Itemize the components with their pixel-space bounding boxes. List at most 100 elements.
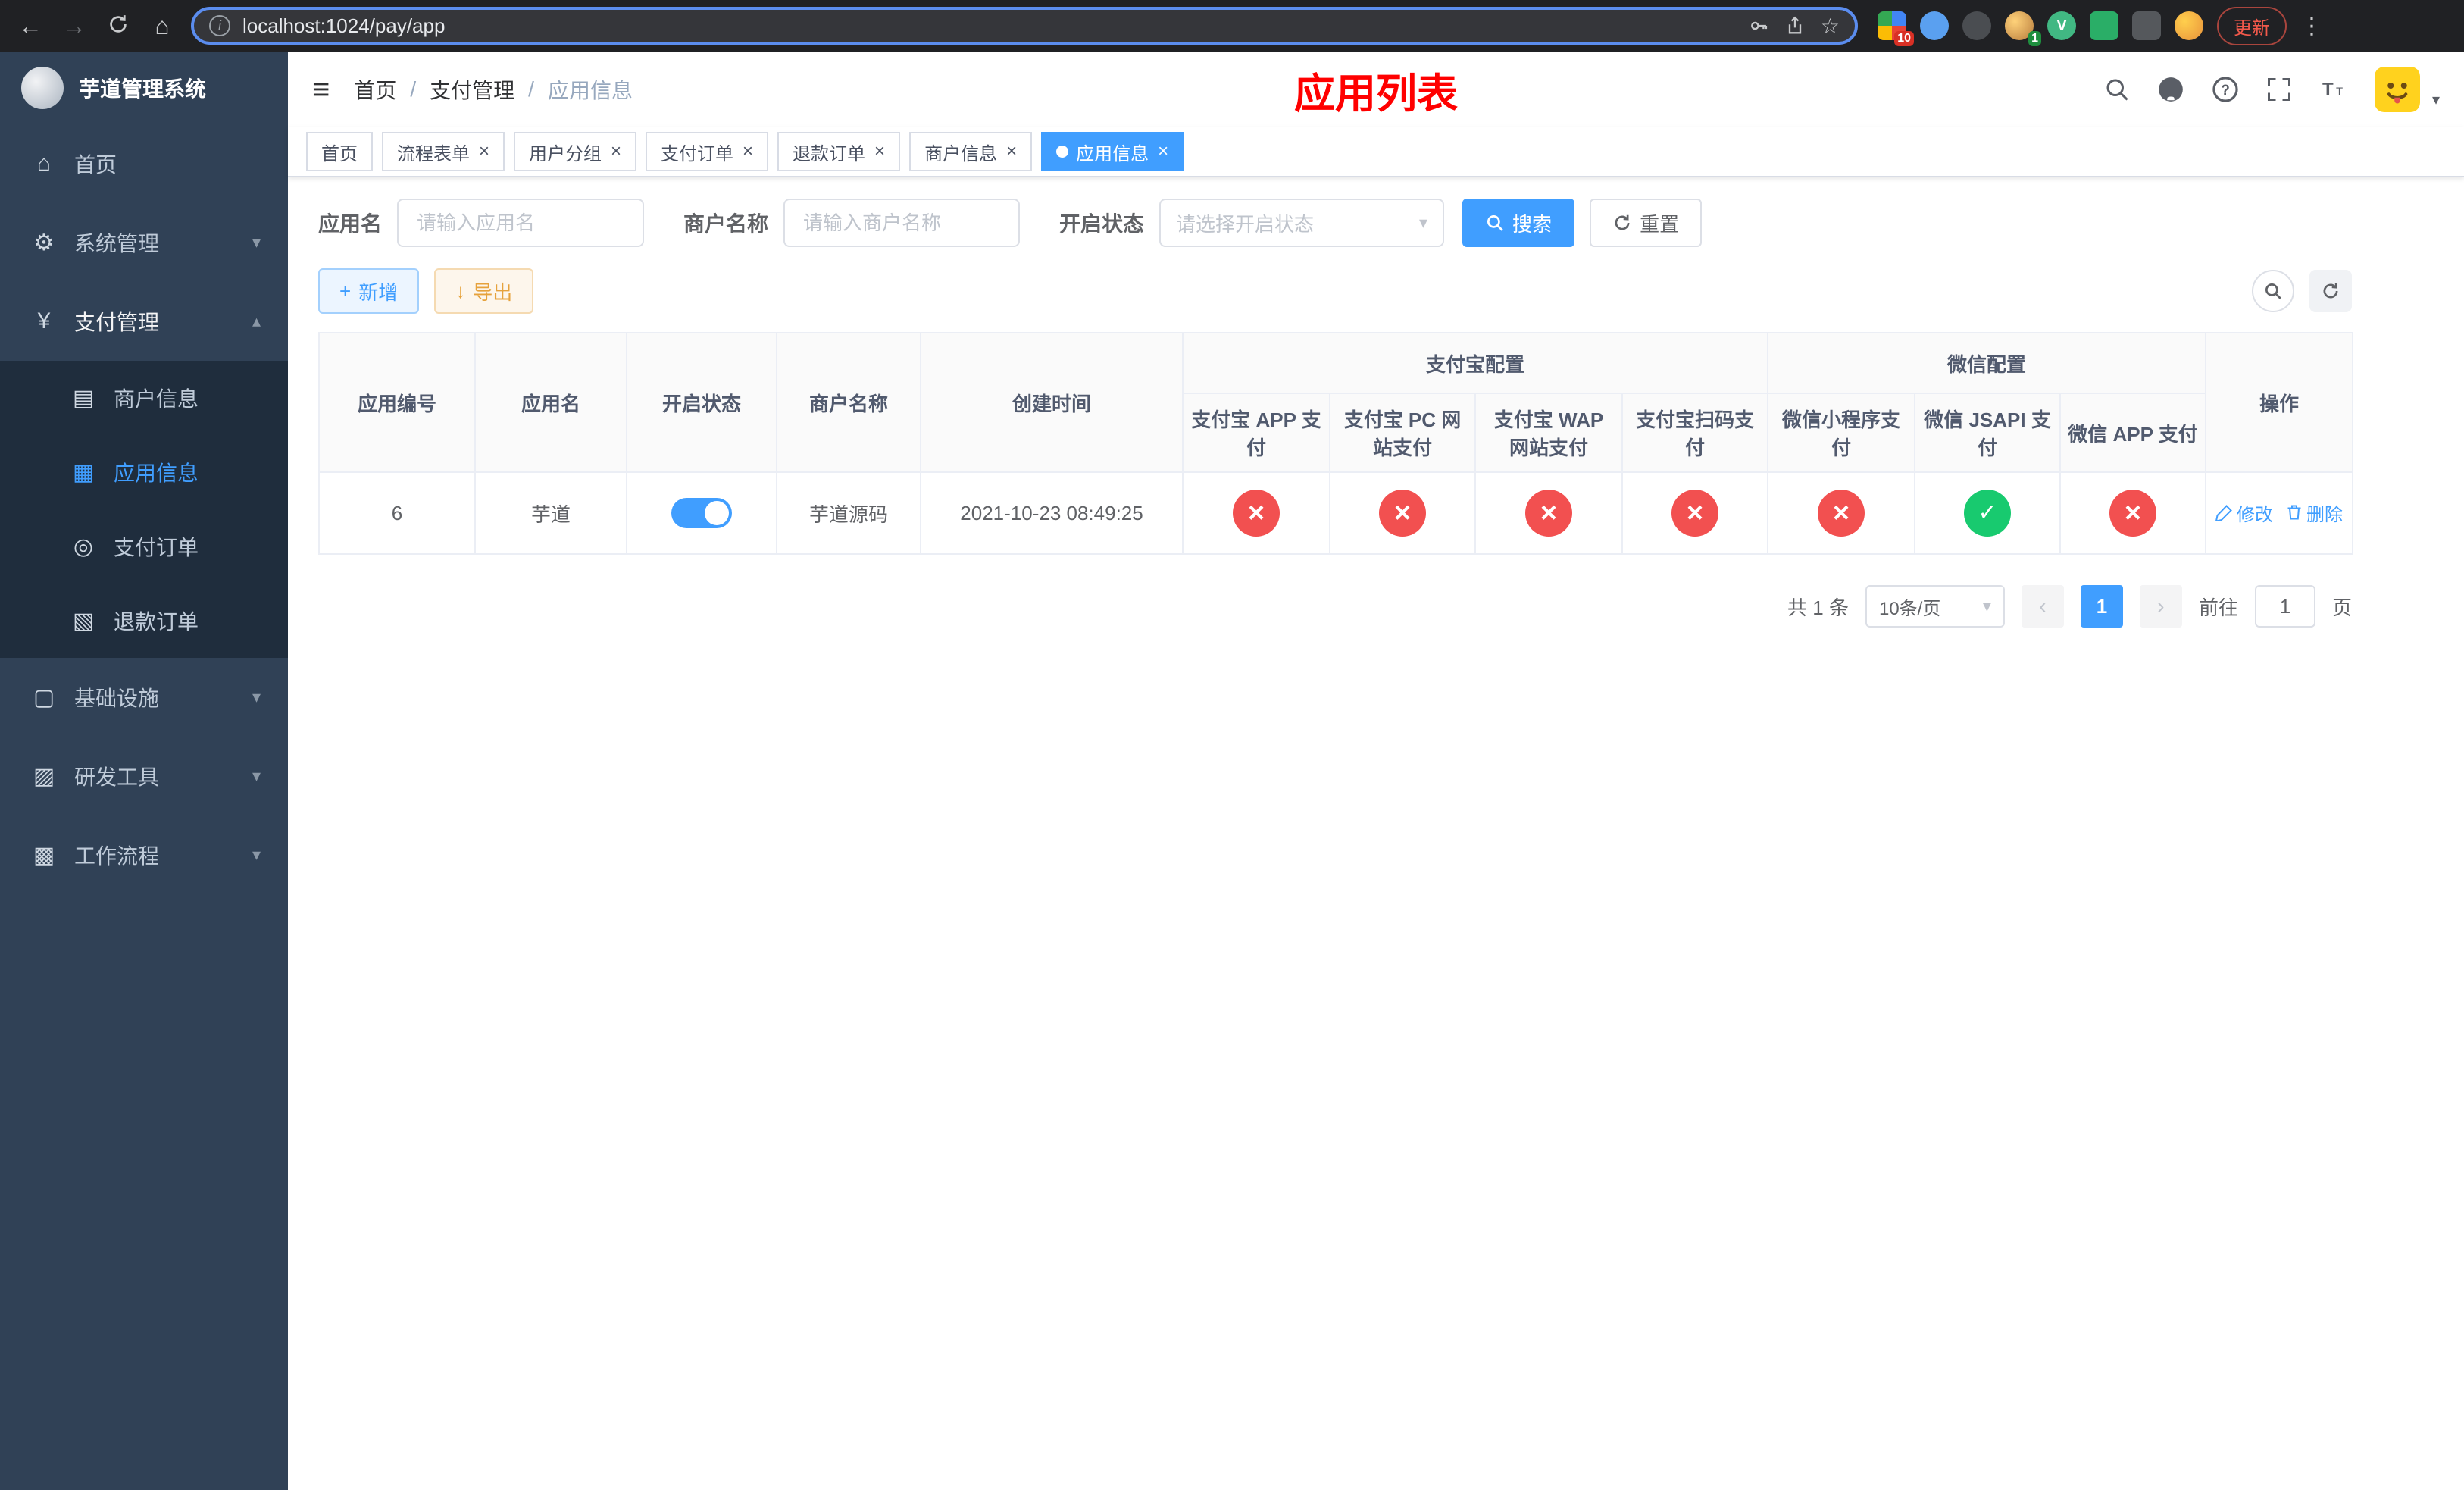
workflow-icon: ▩: [33, 842, 55, 868]
tab-merchant-info[interactable]: 商户信息 ×: [909, 132, 1033, 171]
search-icon[interactable]: [2103, 76, 2131, 103]
close-icon[interactable]: ×: [479, 141, 489, 162]
bookmark-star-icon[interactable]: ☆: [1821, 14, 1840, 39]
status-select[interactable]: 请选择开启状态 ▾: [1159, 199, 1445, 247]
help-icon[interactable]: ?: [2211, 75, 2240, 104]
extension-grid-icon[interactable]: 10: [1878, 11, 1914, 46]
browser-reload-button[interactable]: [103, 13, 133, 39]
sidebar-item-devtools[interactable]: ▨ 研发工具 ▾: [0, 737, 288, 815]
logo-image: [21, 67, 64, 109]
font-size-icon[interactable]: TT: [2319, 76, 2349, 103]
search-form: 应用名 商户名称 开启状态 请选择开启状态 ▾: [318, 199, 2352, 247]
col-created: 创建时间: [920, 332, 1184, 473]
page-number-1[interactable]: 1: [2080, 585, 2123, 628]
site-info-icon[interactable]: i: [209, 15, 230, 36]
toolbox-icon: ▨: [33, 763, 55, 789]
alipay-app-status-icon: [1233, 490, 1280, 537]
prev-page-button[interactable]: ‹: [2021, 585, 2064, 628]
password-key-icon[interactable]: [1748, 15, 1769, 36]
browser-chrome: ← → ⌂ i localhost:1024/pay/app ☆ 10 1 V …: [0, 0, 2464, 52]
chevron-down-icon: ▾: [1982, 596, 1991, 615]
refresh-table-button[interactable]: [2309, 270, 2352, 312]
next-page-button[interactable]: ›: [2139, 585, 2182, 628]
sidebar-item-refund-orders[interactable]: ▧ 退款订单: [0, 584, 288, 658]
vue-devtools-icon[interactable]: V: [2047, 11, 2076, 40]
search-button[interactable]: 搜索: [1462, 199, 1575, 247]
navbar-actions: ? TT ▾: [2103, 67, 2440, 112]
close-icon[interactable]: ×: [743, 141, 753, 162]
browser-back-button[interactable]: ←: [15, 14, 45, 38]
breadcrumb-home[interactable]: 首页: [354, 74, 396, 105]
col-merchant: 商户名称: [776, 332, 921, 473]
edit-button[interactable]: 修改: [2215, 499, 2273, 526]
close-icon[interactable]: ×: [611, 141, 621, 162]
tab-app-info[interactable]: 应用信息 ×: [1041, 132, 1184, 171]
tab-home[interactable]: 首页: [306, 132, 373, 171]
status-toggle[interactable]: [671, 498, 732, 528]
merchant-name-input[interactable]: [783, 199, 1021, 247]
share-icon[interactable]: [1784, 15, 1806, 36]
sidebar-item-system[interactable]: ⚙ 系统管理 ▾: [0, 203, 288, 282]
goto-label: 前往: [2198, 596, 2238, 619]
top-navbar: ≡ 首页 / 支付管理 / 应用信息 应用列表 ? T T ▾: [288, 52, 2464, 127]
page-size-select[interactable]: 10条/页 ▾: [1865, 585, 2005, 628]
tab-pay-orders[interactable]: 支付订单 ×: [646, 132, 769, 171]
sidebar-item-label: 系统管理: [74, 232, 160, 255]
delete-button[interactable]: 删除: [2285, 499, 2343, 526]
extension-dark-icon[interactable]: [1962, 11, 1991, 40]
close-icon[interactable]: ×: [1006, 141, 1017, 162]
cell-app-id: 6: [318, 471, 476, 555]
close-icon[interactable]: ×: [1158, 141, 1168, 162]
sidebar-item-pay-orders[interactable]: ◎ 支付订单: [0, 509, 288, 584]
sidebar-item-infrastructure[interactable]: ▢ 基础设施 ▾: [0, 658, 288, 737]
cell-alipay-app: [1182, 471, 1330, 555]
github-icon[interactable]: [2156, 75, 2185, 104]
cell-created: 2021-10-23 08:49:25: [920, 471, 1184, 555]
extension-face-icon[interactable]: [2175, 11, 2203, 40]
col-alipay-qr: 支付宝扫码支付: [1621, 393, 1769, 473]
page-content: 应用名 商户名称 开启状态 请选择开启状态 ▾: [288, 177, 2464, 1490]
sidebar-item-label: 商户信息: [114, 387, 199, 411]
extension-badge: 10: [1894, 31, 1914, 46]
extension-chat-icon[interactable]: [2090, 11, 2118, 40]
add-button[interactable]: + 新增: [318, 268, 420, 314]
toggle-search-button[interactable]: [2252, 270, 2294, 312]
fullscreen-icon[interactable]: [2265, 76, 2293, 103]
tab-process-form[interactable]: 流程表单 ×: [382, 132, 505, 171]
tab-user-group[interactable]: 用户分组 ×: [514, 132, 637, 171]
user-avatar[interactable]: [2374, 67, 2420, 112]
order-icon: ◎: [73, 534, 94, 559]
close-icon[interactable]: ×: [874, 141, 885, 162]
url-text: localhost:1024/pay/app: [242, 14, 446, 37]
sidebar-item-workflow[interactable]: ▩ 工作流程 ▾: [0, 815, 288, 894]
cell-app-name: 芋道: [474, 471, 627, 555]
app-name-input[interactable]: [397, 199, 645, 247]
tab-refund-orders[interactable]: 退款订单 ×: [777, 132, 901, 171]
chrome-menu-icon[interactable]: ⋮: [2300, 13, 2323, 39]
gear-icon: ⚙: [33, 230, 55, 255]
address-bar[interactable]: i localhost:1024/pay/app ☆: [191, 7, 1858, 45]
export-button[interactable]: ↓ 导出: [434, 268, 534, 314]
sidebar-toggle-icon[interactable]: ≡: [312, 73, 330, 107]
extension-avatar-icon[interactable]: 1: [2005, 11, 2041, 46]
sidebar-item-label: 工作流程: [74, 844, 160, 868]
card-icon: ▤: [72, 385, 95, 411]
col-alipay-pc: 支付宝 PC 网站支付: [1329, 393, 1476, 473]
col-actions: 操作: [2205, 332, 2354, 473]
chevron-down-icon: ▾: [252, 766, 261, 785]
sidebar-item-label: 研发工具: [74, 765, 160, 789]
sidebar-item-merchant-info[interactable]: ▤ 商户信息: [0, 361, 288, 435]
sidebar-item-app-info[interactable]: ▦ 应用信息: [0, 435, 288, 509]
browser-home-button[interactable]: ⌂: [147, 14, 177, 38]
breadcrumb-payment[interactable]: 支付管理: [430, 74, 514, 105]
extension-puzzle-icon[interactable]: [2132, 11, 2161, 40]
extension-drop-icon[interactable]: [1920, 11, 1949, 40]
goto-page-input[interactable]: [2254, 585, 2315, 628]
sidebar-item-payment[interactable]: ¥ 支付管理 ▴: [0, 282, 288, 361]
avatar-caret-icon[interactable]: ▾: [2432, 90, 2440, 112]
chrome-update-button[interactable]: 更新: [2217, 6, 2287, 45]
status-label: 开启状态: [1059, 212, 1145, 236]
sidebar-item-home[interactable]: ⌂ 首页: [0, 124, 288, 203]
reset-button[interactable]: 重置: [1590, 199, 1703, 247]
browser-forward-button[interactable]: →: [59, 14, 89, 38]
